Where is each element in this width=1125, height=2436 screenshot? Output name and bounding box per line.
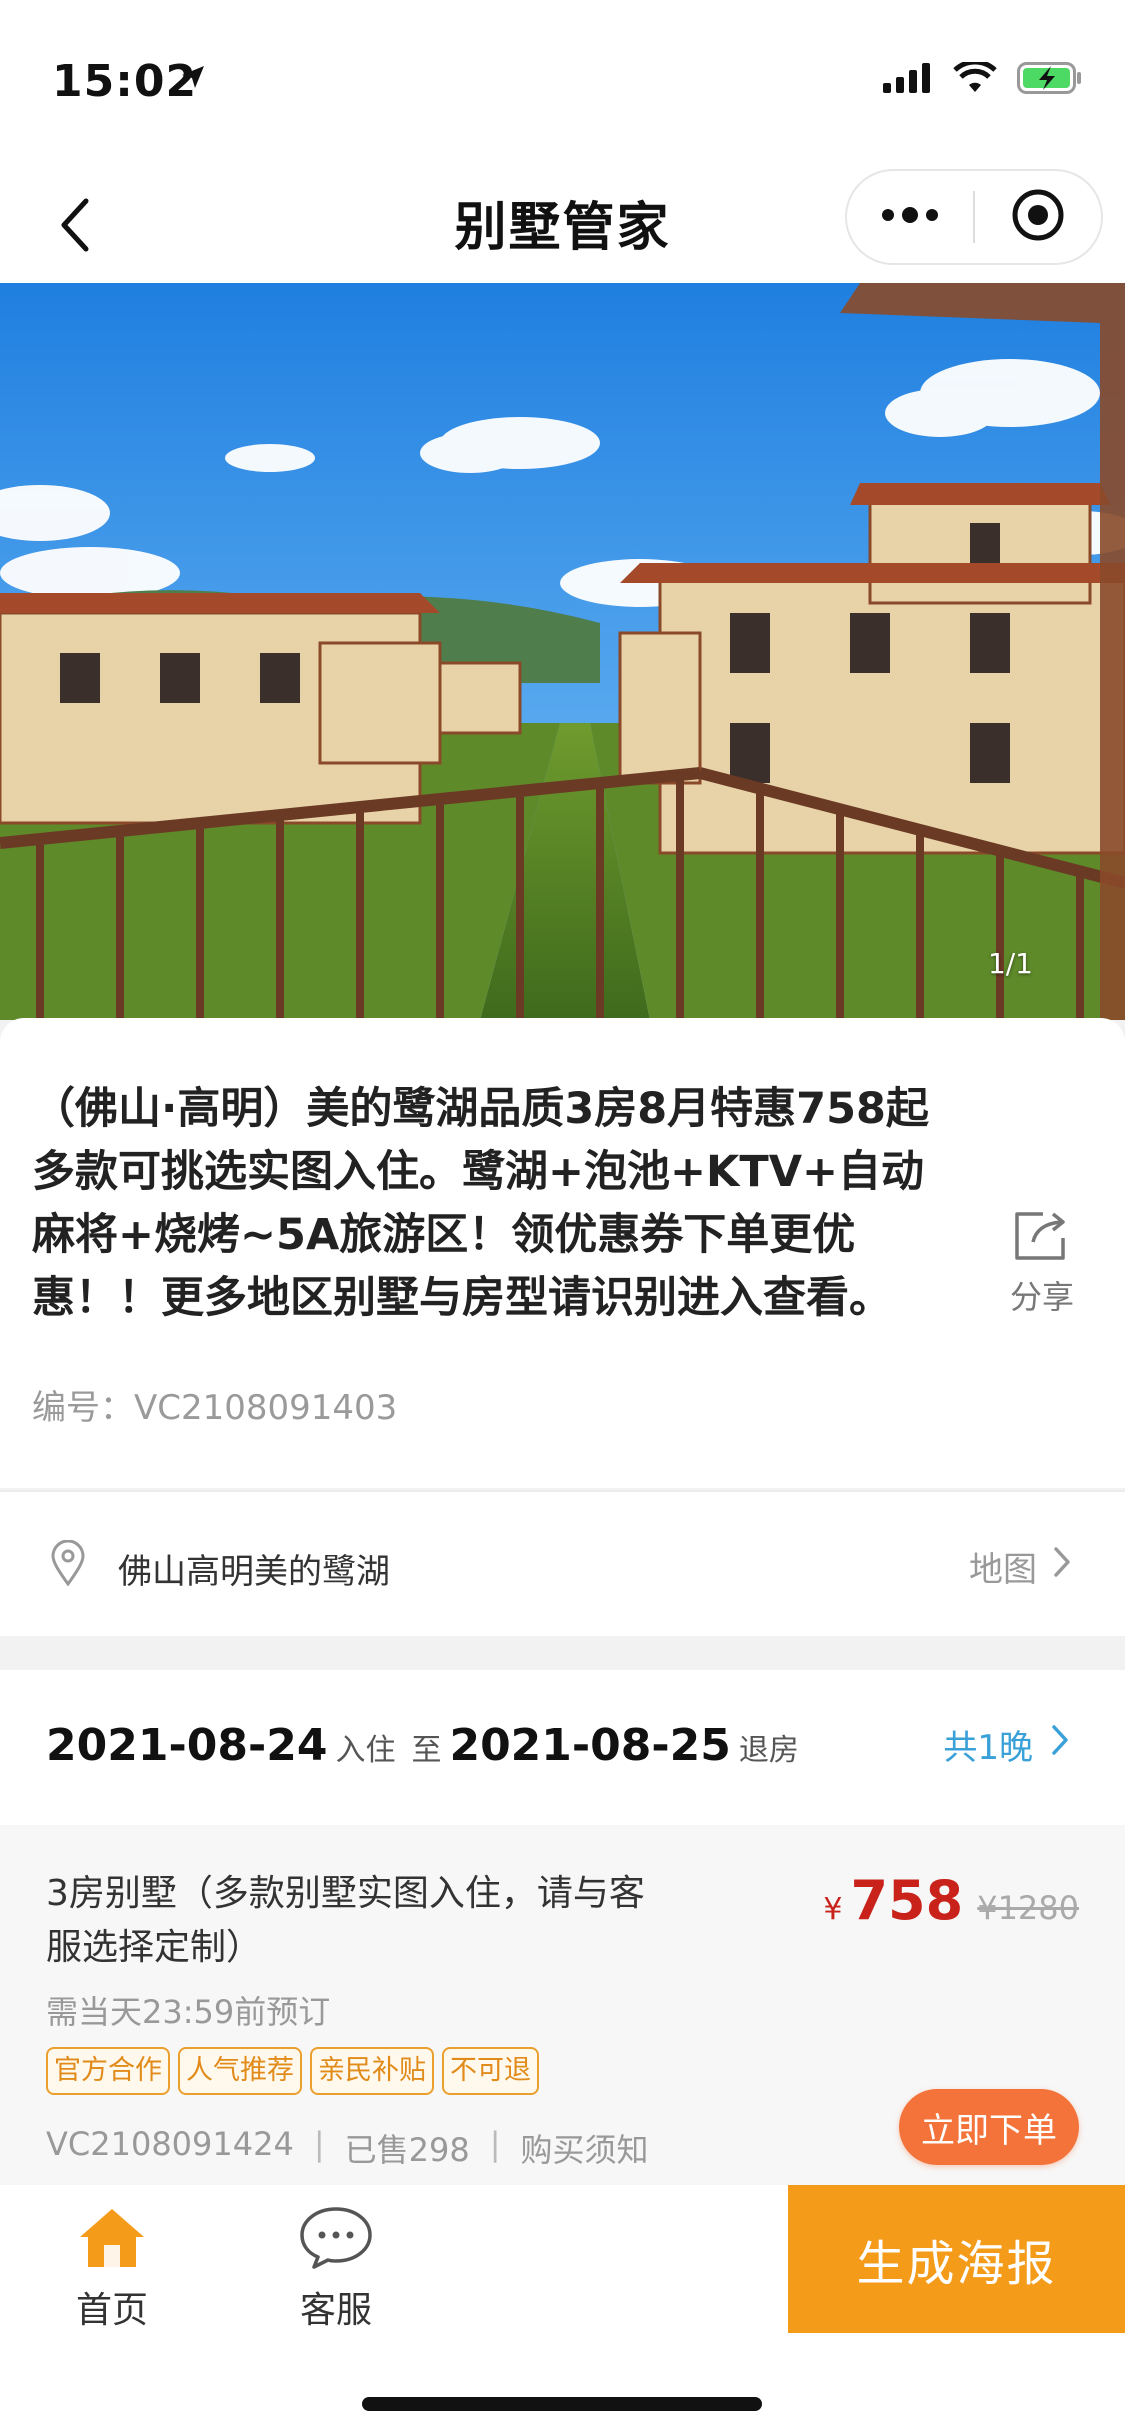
date-selector[interactable]: 2021-08-24 入住 至 2021-08-25 退房 共1晚: [0, 1670, 1125, 1825]
separator: |: [489, 2125, 501, 2163]
separator: |: [313, 2125, 325, 2163]
current-price: 758: [850, 1869, 964, 1932]
share-icon: [1013, 1212, 1071, 1266]
target-icon: [1011, 188, 1065, 246]
room-tags: 官方合作 人气推荐 亲民补贴 不可退: [46, 2047, 539, 2095]
home-icon: [76, 2209, 148, 2275]
chat-bubble-icon: [298, 2207, 374, 2275]
tab-home[interactable]: 首页: [37, 2205, 187, 2333]
listing-code: 编号：VC2108091403: [32, 1388, 398, 1428]
signal-icon: [883, 63, 933, 97]
price-block: ¥ 758 ¥1280: [823, 1869, 1079, 1932]
tab-home-label: 首页: [75, 2290, 148, 2331]
tag-subsidy: 亲民补贴: [310, 2047, 434, 2095]
share-button[interactable]: 分享: [997, 1208, 1087, 1318]
status-icons: [883, 59, 1083, 98]
original-price: ¥1280: [977, 1889, 1079, 1927]
location-pin-icon: [50, 1539, 86, 1590]
map-label: 地图: [969, 1550, 1037, 1590]
chevron-right-icon: [1051, 1724, 1069, 1765]
location-row[interactable]: 佛山高明美的鹭湖 地图: [0, 1490, 1125, 1636]
purchase-notice-link[interactable]: 购买须知: [520, 2125, 648, 2171]
checkin-label: 入住: [335, 1733, 396, 1768]
share-label: 分享: [1009, 1278, 1074, 1316]
checkout-date: 2021-08-25: [449, 1720, 731, 1771]
wifi-icon: [953, 59, 997, 98]
room-option-card: 3房别墅（多款别墅实图入住，请与客服选择定制） ¥ 758 ¥1280 需当天2…: [0, 1825, 1125, 2185]
location-text: 佛山高明美的鹭湖: [118, 1552, 390, 1592]
booking-deadline: 需当天23:59前预订: [46, 1993, 331, 2031]
listing-info-card: （佛山·高明）美的鹭湖品质3房8月特惠758起多款可挑选实图入住。鹭湖+泡池+K…: [0, 1018, 1125, 1488]
room-meta: VC2108091424 | 已售298 | 购买须知: [46, 2125, 649, 2171]
more-button[interactable]: [847, 169, 973, 265]
nights-count: 共1晚: [943, 1728, 1033, 1768]
generate-poster-button[interactable]: 生成海报: [788, 2185, 1125, 2333]
currency-symbol: ¥: [823, 1892, 843, 1927]
chevron-right-icon: [1053, 1546, 1071, 1587]
room-name: 3房别墅（多款别墅实图入住，请与客服选择定制）: [46, 1873, 645, 1968]
tag-nonrefundable: 不可退: [442, 2047, 539, 2095]
battery-icon: [1017, 62, 1083, 98]
villa-photo[interactable]: 1/1: [0, 283, 1125, 1020]
miniapp-capsule: [845, 169, 1103, 265]
photo-counter: 1/1: [987, 947, 1033, 980]
tag-popular: 人气推荐: [178, 2047, 302, 2095]
location-arrow-icon: [180, 64, 206, 94]
order-now-button[interactable]: 立即下单: [899, 2089, 1079, 2165]
villa-photo-illustration: [0, 283, 1125, 1020]
sold-count: 已售298: [344, 2131, 470, 2169]
status-bar: 15:02: [0, 0, 1125, 165]
nights-link[interactable]: 共1晚: [943, 1720, 1069, 1769]
more-dots-icon: [880, 207, 940, 227]
to-label: 至: [411, 1733, 442, 1768]
nav-bar: 别墅管家: [0, 165, 1125, 283]
status-time: 15:02: [52, 56, 198, 107]
checkin-date: 2021-08-24: [46, 1720, 328, 1771]
tag-official: 官方合作: [46, 2047, 170, 2095]
checkout-label: 退房: [738, 1733, 799, 1768]
room-code: VC2108091424: [46, 2125, 294, 2163]
date-range: 2021-08-24 入住 至 2021-08-25 退房: [46, 1720, 807, 1771]
listing-title: （佛山·高明）美的鹭湖品质3房8月特惠758起多款可挑选实图入住。鹭湖+泡池+K…: [32, 1084, 929, 1323]
tab-service-label: 客服: [299, 2290, 372, 2331]
tab-service[interactable]: 客服: [261, 2205, 411, 2333]
home-indicator: [362, 2397, 762, 2411]
close-miniapp-button[interactable]: [975, 169, 1101, 265]
map-link[interactable]: 地图: [969, 1542, 1071, 1591]
